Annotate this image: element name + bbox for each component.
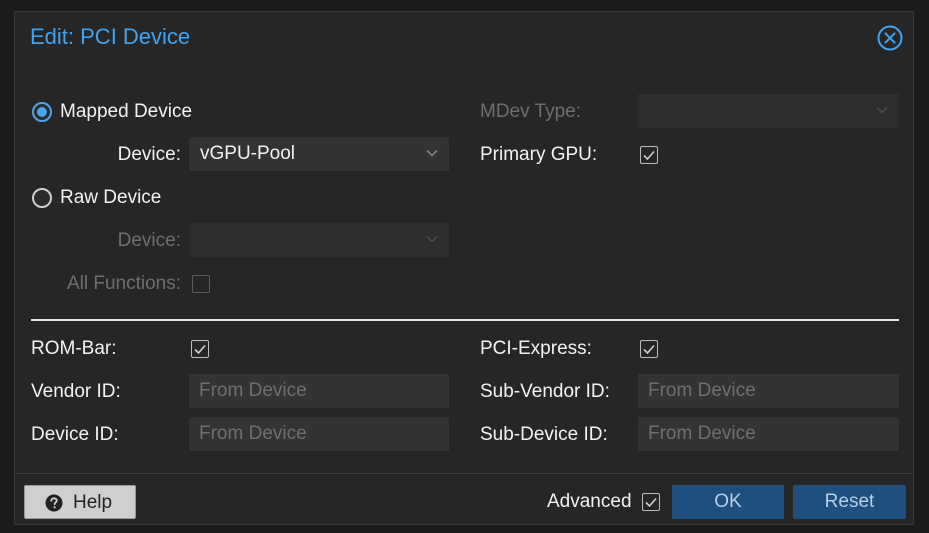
rom-bar-label: ROM-Bar: (31, 338, 117, 359)
dialog-header: Edit: PCI Device (15, 12, 913, 64)
device-label: Device: (117, 144, 181, 165)
ok-button[interactable]: OK (672, 485, 784, 519)
check-icon (645, 497, 657, 508)
raw-device-label[interactable]: Raw Device (60, 187, 161, 209)
pci-express-checkbox[interactable] (640, 340, 658, 358)
check-icon (643, 150, 655, 161)
raw-device-select[interactable] (189, 223, 449, 257)
close-button[interactable] (877, 25, 903, 51)
close-circle-icon (877, 25, 903, 51)
vendor-id-field[interactable] (189, 374, 449, 408)
sub-vendor-id-label: Sub-Vendor ID: (480, 381, 610, 402)
device-select-value: vGPU-Pool (200, 143, 296, 164)
check-icon (643, 344, 655, 355)
reset-button[interactable]: Reset (793, 485, 906, 519)
all-functions-checkbox[interactable] (192, 275, 210, 293)
chevron-down-icon[interactable] (425, 232, 439, 246)
mdev-type-select[interactable] (638, 94, 899, 128)
pci-express-label: PCI-Express: (480, 338, 592, 359)
all-functions-label: All Functions: (66, 273, 181, 294)
vendor-id-label: Vendor ID: (31, 381, 121, 402)
pci-device-dialog: Edit: PCI Device Mapped Device Device: v… (14, 11, 914, 525)
mdev-type-label: MDev Type: (480, 101, 582, 122)
advanced-label[interactable]: Advanced (547, 491, 632, 513)
chevron-down-icon[interactable] (875, 103, 889, 117)
primary-gpu-label: Primary GPU: (480, 144, 598, 165)
sub-vendor-id-field[interactable] (638, 374, 899, 408)
raw-device-radio[interactable] (32, 188, 52, 208)
mapped-device-label[interactable]: Mapped Device (60, 101, 192, 123)
question-circle-icon (45, 494, 63, 512)
sub-device-id-input[interactable] (638, 417, 899, 451)
section-divider (31, 319, 899, 321)
dialog-title: Edit: PCI Device (30, 24, 191, 49)
check-icon (194, 344, 206, 355)
mapped-device-radio[interactable] (32, 102, 52, 122)
device-id-input[interactable] (189, 417, 449, 451)
advanced-checkbox[interactable] (642, 493, 660, 511)
sub-device-id-field[interactable] (638, 417, 899, 451)
dialog-footer: Help Advanced OK Reset (15, 473, 913, 526)
help-button-label: Help (73, 492, 113, 513)
device-id-field[interactable] (189, 417, 449, 451)
device-id-label: Device ID: (31, 424, 119, 445)
device-select[interactable]: vGPU-Pool (189, 137, 449, 171)
chevron-down-icon[interactable] (425, 146, 439, 160)
sub-device-id-label: Sub-Device ID: (480, 424, 608, 445)
primary-gpu-checkbox[interactable] (640, 146, 658, 164)
rom-bar-checkbox[interactable] (191, 340, 209, 358)
vendor-id-input[interactable] (189, 374, 449, 408)
sub-vendor-id-input[interactable] (638, 374, 899, 408)
help-button[interactable]: Help (24, 485, 136, 519)
raw-device-field-label: Device: (117, 230, 181, 251)
